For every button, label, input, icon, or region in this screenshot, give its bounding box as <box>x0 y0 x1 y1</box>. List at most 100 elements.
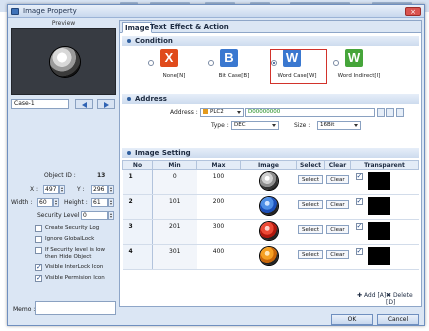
check-visible-interlock[interactable]: Visible InterLock Icon <box>11 263 116 274</box>
row-clear-cell: Clear <box>324 169 351 195</box>
memo-input[interactable] <box>35 301 116 315</box>
arrow-right-icon <box>104 102 109 108</box>
check-ignore-globallock[interactable]: Ignore GlobalLock <box>11 236 116 246</box>
transparent-color-swatch[interactable] <box>367 247 390 265</box>
check-hide-object[interactable]: If Security level is low then Hide Objec… <box>11 247 116 263</box>
row-max[interactable]: 400 <box>196 244 241 270</box>
clear-button[interactable]: Clear <box>326 225 349 234</box>
security-level-label: Security Level : <box>37 212 84 219</box>
transparent-checkbox[interactable] <box>355 172 363 180</box>
security-level-input[interactable]: 0 <box>81 211 108 220</box>
table-row[interactable]: 1 0 100 Select Clear <box>122 169 419 195</box>
add-button[interactable]: ✚ Add [A] <box>357 292 386 299</box>
check-create-security-log[interactable]: Create Security Log <box>11 225 116 235</box>
select-button[interactable]: Select <box>298 175 323 184</box>
image-setting-table: No Min Max Image Select Clear Transparen… <box>122 160 419 270</box>
selected-condition-highlight <box>270 49 327 84</box>
ok-button[interactable]: OK <box>331 314 373 325</box>
y-spinner[interactable] <box>108 185 114 194</box>
word-indirect-radio[interactable] <box>333 60 339 66</box>
word-indirect-w-icon: W <box>345 49 363 67</box>
case-field[interactable]: Case-1 <box>11 99 69 109</box>
close-button[interactable]: × <box>405 7 421 16</box>
next-case-button[interactable] <box>97 99 115 109</box>
row-min[interactable]: 301 <box>152 244 197 270</box>
tab-effect-action[interactable]: Effect & Action <box>168 22 231 33</box>
lamp-gray-image <box>259 172 278 190</box>
ignore-globallock-checkbox[interactable] <box>35 236 42 243</box>
lamp-blue-image <box>259 197 278 215</box>
clear-button[interactable]: Clear <box>326 200 349 209</box>
preview-label: Preview <box>51 20 76 27</box>
visible-interlock-checkbox[interactable] <box>35 263 42 271</box>
security-level-spinner[interactable] <box>108 211 114 220</box>
create-security-log-checkbox[interactable] <box>35 225 42 232</box>
transparent-color-swatch[interactable] <box>367 197 390 215</box>
select-button[interactable]: Select <box>298 200 323 209</box>
clear-button[interactable]: Clear <box>326 250 349 259</box>
type-dropdown[interactable]: DEC <box>231 121 279 130</box>
visible-permission-checkbox[interactable] <box>35 274 42 282</box>
row-min[interactable]: 101 <box>152 194 197 220</box>
row-min[interactable]: 201 <box>152 219 197 245</box>
transparent-color-swatch[interactable] <box>367 172 390 190</box>
row-select-cell: Select <box>296 244 325 270</box>
table-row[interactable]: 3 201 300 Select Clear <box>122 219 419 245</box>
address-keypad-button[interactable] <box>396 108 404 117</box>
width-spinner[interactable] <box>53 198 59 207</box>
width-input[interactable]: 60 <box>37 198 53 207</box>
bit-case-radio[interactable] <box>208 60 214 66</box>
hide-object-checkbox[interactable] <box>35 247 42 254</box>
address-section-header: Address <box>122 94 419 104</box>
transparent-checkbox[interactable] <box>355 222 363 230</box>
row-max[interactable]: 300 <box>196 219 241 245</box>
type-label: Type : <box>211 122 229 129</box>
condition-none-option[interactable]: X None[N] <box>148 47 200 85</box>
transparent-checkbox[interactable] <box>355 197 363 205</box>
image-setting-title: Image Setting <box>135 149 191 157</box>
row-max[interactable]: 100 <box>196 169 241 195</box>
cancel-button[interactable]: Cancel <box>377 314 419 325</box>
row-min[interactable]: 0 <box>152 169 197 195</box>
device-dropdown[interactable]: PLC2 <box>200 108 244 117</box>
none-radio[interactable] <box>148 60 154 66</box>
y-input[interactable]: 296 <box>91 185 108 194</box>
bullet-icon <box>127 39 131 43</box>
column-header-select: Select <box>296 160 325 170</box>
transparent-checkbox[interactable] <box>355 247 363 255</box>
column-header-image: Image <box>240 160 297 170</box>
table-header-row: No Min Max Image Select Clear Transparen… <box>122 160 419 170</box>
row-max[interactable]: 200 <box>196 194 241 220</box>
left-panel: Preview Case-1 Object ID : 13 X : 497 Y … <box>11 20 116 315</box>
check-visible-permission[interactable]: Visible Permision Icon <box>11 274 116 285</box>
table-row[interactable]: 4 301 400 Select Clear <box>122 244 419 270</box>
delete-button[interactable]: ✖ Delete [D] <box>386 292 421 306</box>
visible-permission-label: Visible Permision Icon <box>45 275 105 281</box>
tab-text[interactable]: Text <box>148 22 168 33</box>
address-browse-button[interactable] <box>386 108 394 117</box>
transparent-color-swatch[interactable] <box>367 222 390 240</box>
x-input[interactable]: 497 <box>43 185 59 194</box>
height-spinner[interactable] <box>108 198 114 207</box>
x-spinner[interactable] <box>59 185 65 194</box>
height-input[interactable]: 61 <box>91 198 108 207</box>
y-label: Y : <box>77 186 85 193</box>
object-id-label: Object ID : <box>44 172 76 179</box>
row-transparent-cell <box>350 244 419 270</box>
table-row[interactable]: 2 101 200 Select Clear <box>122 194 419 220</box>
select-button[interactable]: Select <box>298 225 323 234</box>
address-spinner[interactable] <box>377 108 385 117</box>
height-label: Height : <box>64 199 88 206</box>
condition-bit-case-option[interactable]: B Bit Case[B] <box>208 47 260 85</box>
prev-case-button[interactable] <box>75 99 93 109</box>
tab-bar: Image Text Effect & Action <box>120 21 421 33</box>
select-button[interactable]: Select <box>298 250 323 259</box>
row-transparent-cell <box>350 219 419 245</box>
title-bar[interactable]: Image Property × <box>8 5 424 18</box>
condition-word-indirect-option[interactable]: W Word Indirect[I] <box>333 47 385 85</box>
address-input[interactable]: D00000000 <box>245 108 375 117</box>
size-dropdown[interactable]: 16Bit <box>317 121 361 130</box>
clear-button[interactable]: Clear <box>326 175 349 184</box>
image-setting-section-header: Image Setting <box>122 148 419 158</box>
none-label: None[N] <box>162 73 186 79</box>
